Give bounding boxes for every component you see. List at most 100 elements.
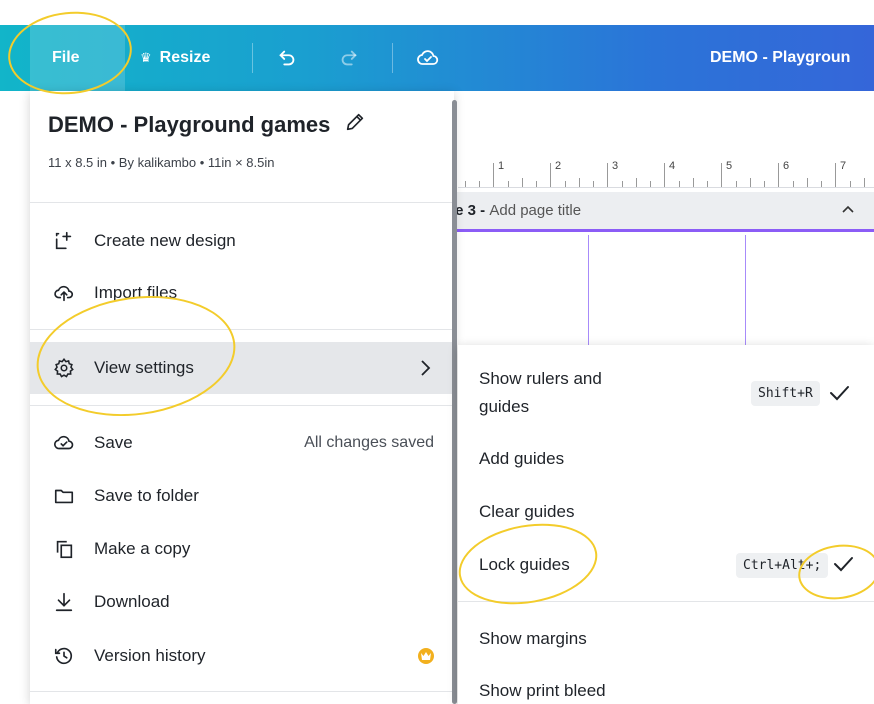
import-files-label: Import files <box>94 283 178 302</box>
design-title-text: DEMO - Playground games <box>48 112 331 137</box>
crown-icon: ♛ <box>140 50 152 65</box>
ruler-number: 7 <box>840 160 847 172</box>
ruler-tick <box>707 181 708 187</box>
history-icon <box>52 644 76 668</box>
file-label: File <box>52 49 80 66</box>
add-guides-label: Add guides <box>479 449 565 468</box>
ruler-tick <box>864 178 865 187</box>
ruler-tick <box>693 178 694 187</box>
ruler-tick <box>778 163 779 187</box>
save-to-folder-item[interactable]: Save to folder <box>30 470 454 522</box>
pencil-icon[interactable] <box>344 111 366 139</box>
save-status: All changes saved <box>304 434 434 451</box>
view-settings-submenu: Show rulers and guides Shift+R Add guide… <box>458 345 874 704</box>
redo-icon[interactable] <box>338 25 360 91</box>
clear-guides-item[interactable]: Clear guides <box>458 496 874 528</box>
document-title[interactable]: DEMO - Playgroun <box>710 25 850 91</box>
show-rulers-label-line2: guides <box>479 397 530 416</box>
import-files-item[interactable]: Import files <box>30 267 454 319</box>
menu-divider <box>30 405 454 406</box>
design-page[interactable] <box>458 235 874 345</box>
check-icon <box>832 554 854 579</box>
lock-guides-label: Lock guides <box>479 555 570 574</box>
page-header[interactable]: ge 3 - Add page title <box>440 192 874 232</box>
save-to-folder-label: Save to folder <box>94 486 199 505</box>
add-guides-item[interactable]: Add guides <box>458 443 874 475</box>
ruler-tick <box>764 181 765 187</box>
make-a-copy-item[interactable]: Make a copy <box>30 523 454 575</box>
download-icon <box>52 590 76 614</box>
resize-label: Resize <box>159 49 211 66</box>
toolbar-divider <box>252 43 253 73</box>
horizontal-ruler: 1 2 3 4 5 6 7 <box>458 150 874 188</box>
ruler-tick <box>835 163 836 187</box>
file-menu: DEMO - Playground games 11 x 8.5 in • By… <box>30 91 454 704</box>
ruler-number: 3 <box>612 160 619 172</box>
cloud-check-icon <box>52 431 76 455</box>
create-design-icon <box>52 229 76 253</box>
ruler-tick <box>721 163 722 187</box>
page-title[interactable]: ge 3 - Add page title <box>440 202 581 219</box>
file-menu-button[interactable]: File <box>30 25 125 91</box>
ruler-tick <box>465 181 466 187</box>
view-settings-label: View settings <box>94 358 194 377</box>
ruler-tick <box>508 181 509 187</box>
ruler-tick <box>622 181 623 187</box>
ruler-tick <box>522 178 523 187</box>
ruler-tick <box>579 178 580 187</box>
ruler-tick <box>750 178 751 187</box>
version-history-item[interactable]: Version history <box>30 630 454 682</box>
ruler-tick <box>479 181 480 187</box>
ruler-number: 5 <box>726 160 733 172</box>
folder-icon <box>52 484 76 508</box>
menu-divider <box>30 329 454 330</box>
ruler-tick <box>736 181 737 187</box>
make-a-copy-label: Make a copy <box>94 539 191 558</box>
ruler-tick <box>593 181 594 187</box>
resize-button[interactable]: ♛ Resize <box>140 25 210 91</box>
menu-divider <box>30 202 454 203</box>
show-margins-item[interactable]: Show margins <box>458 623 874 655</box>
clear-guides-label: Clear guides <box>479 502 575 521</box>
cloud-saved-icon[interactable] <box>416 25 440 91</box>
toolbar-divider <box>392 43 393 73</box>
create-new-design-item[interactable]: Create new design <box>30 215 454 267</box>
ruler-tick <box>679 181 680 187</box>
save-label: Save <box>94 433 133 452</box>
design-title[interactable]: DEMO - Playground games <box>48 111 366 139</box>
vertical-guide[interactable] <box>588 235 589 345</box>
show-print-bleed-item[interactable]: Show print bleed <box>458 675 874 704</box>
ruler-number: 4 <box>669 160 676 172</box>
copy-icon <box>52 537 76 561</box>
ruler-tick <box>565 181 566 187</box>
vertical-guide[interactable] <box>745 235 746 345</box>
ruler-tick <box>793 181 794 187</box>
menu-scrollbar[interactable] <box>452 100 457 704</box>
menu-divider <box>30 691 454 692</box>
save-item[interactable]: Save All changes saved <box>30 417 454 469</box>
ruler-tick <box>607 163 608 187</box>
ruler-tick <box>550 163 551 187</box>
ruler-number: 6 <box>783 160 790 172</box>
download-item[interactable]: Download <box>30 576 454 628</box>
undo-icon[interactable] <box>276 25 298 91</box>
ruler-tick <box>650 181 651 187</box>
lock-guides-shortcut: Ctrl+Alt+; <box>736 553 829 578</box>
view-settings-item[interactable]: View settings <box>30 342 454 394</box>
show-margins-label: Show margins <box>479 629 587 648</box>
cloud-upload-icon <box>52 281 76 305</box>
show-print-bleed-label: Show print bleed <box>479 681 606 700</box>
chevron-right-icon <box>416 358 434 383</box>
download-label: Download <box>94 592 170 611</box>
chevron-up-icon[interactable] <box>840 202 856 223</box>
ruler-tick <box>636 178 637 187</box>
top-toolbar: File ♛ Resize DEMO - Playgroun <box>0 25 874 91</box>
page-title-placeholder: Add page title <box>489 202 582 219</box>
show-rulers-label-line1: Show rulers and <box>479 369 602 388</box>
menu-header: DEMO - Playground games 11 x 8.5 in • By… <box>48 111 366 170</box>
create-new-design-label: Create new design <box>94 231 236 250</box>
ruler-tick <box>493 163 494 187</box>
design-meta: 11 x 8.5 in • By kalikambo • 11in × 8.5i… <box>48 155 275 170</box>
ruler-tick <box>821 181 822 187</box>
ruler-tick <box>850 181 851 187</box>
